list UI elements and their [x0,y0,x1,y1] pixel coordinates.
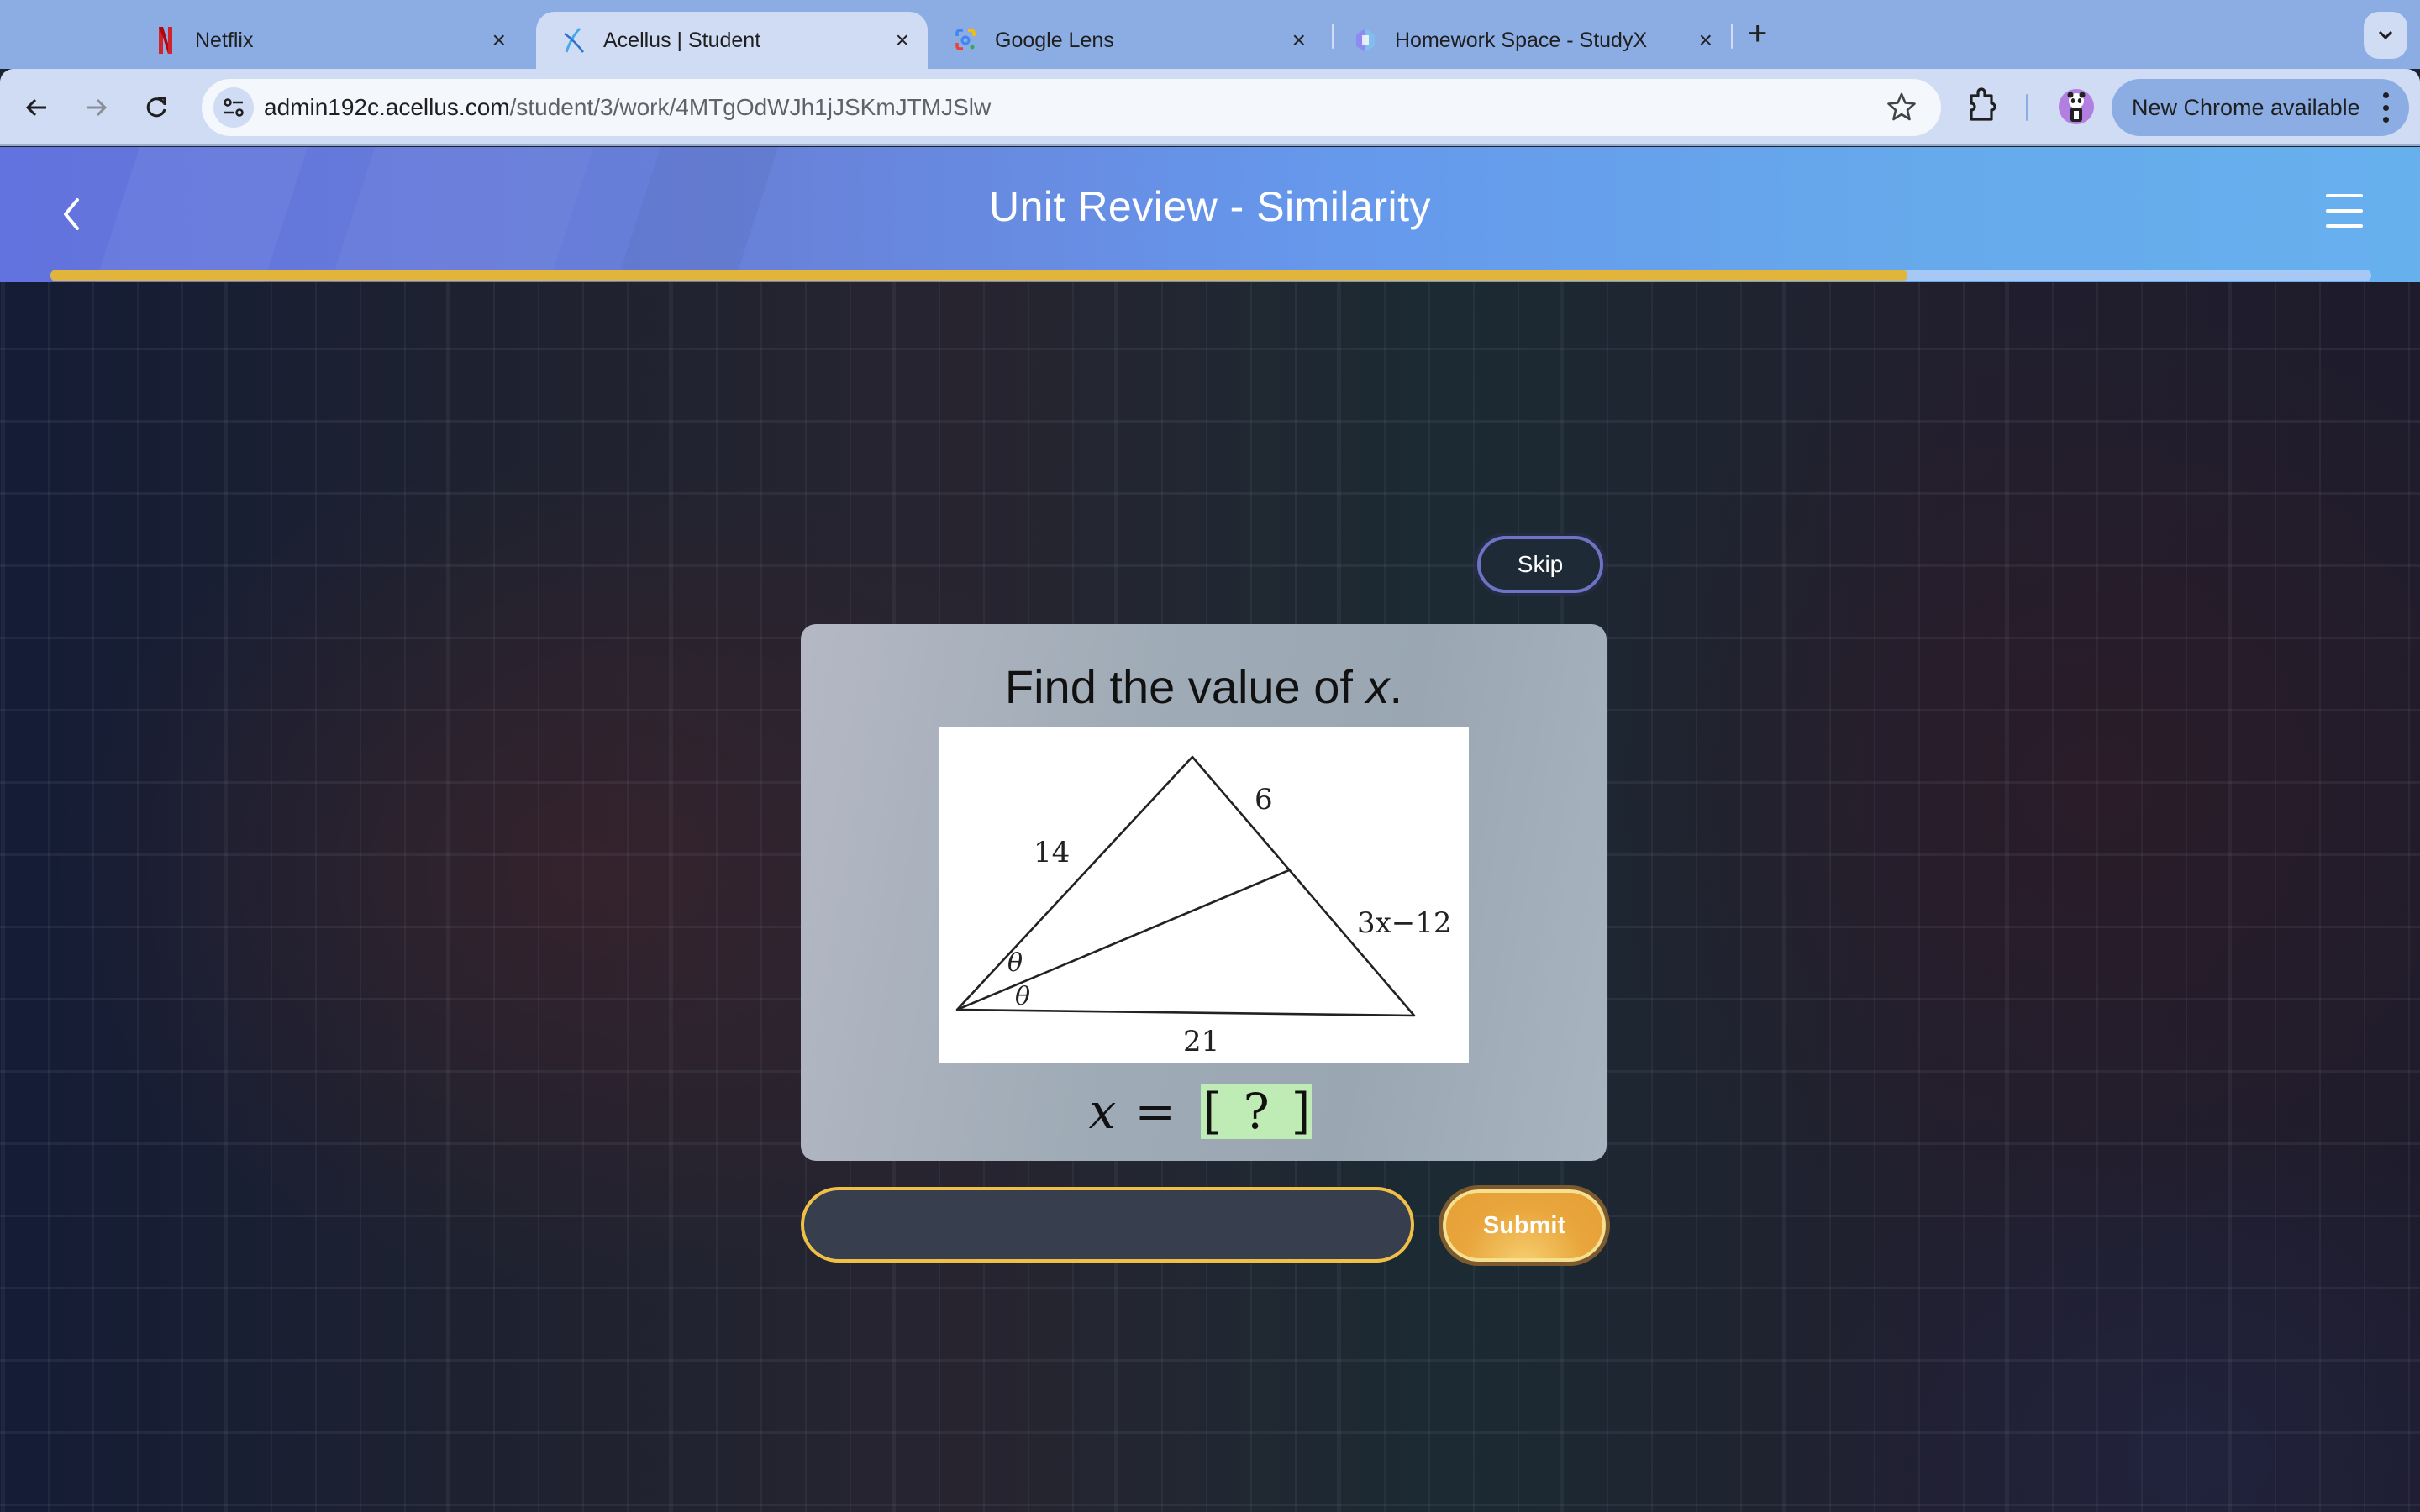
extensions-button[interactable] [1966,87,2000,129]
address-bar[interactable]: admin192c.acellus.com/student/3/work/4MT… [202,79,1941,136]
answer-placeholder: ? [1243,1083,1270,1140]
reload-button[interactable] [138,89,175,126]
hamburger-menu-icon[interactable] [2326,194,2363,228]
reload-icon [146,97,166,118]
tab-netflix[interactable]: Netflix × [128,12,524,69]
netflix-icon [153,26,178,55]
close-tab-icon[interactable]: × [1292,27,1306,54]
question-card: Find the value of x. 14 6 3x−12 21 θ θ x… [801,624,1607,1161]
answer-input[interactable] [801,1187,1414,1263]
tab-title: Google Lens [995,28,1114,52]
profile-avatar[interactable] [2059,89,2094,124]
tab-title: Netflix [195,28,254,52]
arrow-left-icon [25,98,46,117]
prompt-suffix: . [1389,660,1403,713]
panda-avatar-icon [2067,92,2086,122]
label-angle-lower: θ [1015,982,1030,1011]
answer-blank: [ ? ] [1194,1082,1318,1141]
browser-tab-strip: Netflix × Acellus | Student × Google Len… [0,0,2420,69]
arrow-right-icon [87,98,108,117]
kebab-menu-icon[interactable] [2382,92,2389,123]
google-lens-icon [953,26,978,55]
url-text[interactable]: admin192c.acellus.com/student/3/work/4MT… [264,94,991,121]
tab-search-button[interactable] [2364,12,2407,59]
lesson-progress-bar [50,270,2371,281]
page-title: Unit Review - Similarity [989,183,1431,230]
equals-sign: = [1134,1083,1176,1140]
app-header: Unit Review - Similarity [0,147,2420,282]
puzzle-piece-icon [1970,87,1996,121]
skip-button[interactable]: Skip [1477,536,1603,593]
label-left-side: 14 [1034,836,1070,869]
new-chrome-available-button[interactable]: New Chrome available [2112,79,2409,136]
prompt-prefix: Find the value of [1004,660,1366,713]
triangle-diagram: 14 6 3x−12 21 θ θ [955,755,1452,1058]
angle-bisector [956,869,1290,1011]
url-path: /student/3/work/4MTgOdWJh1jJSKmJTMJSlw [509,94,992,120]
triangle-figure: 14 6 3x−12 21 θ θ [939,727,1469,1063]
tab-studyx[interactable]: Homework Space - StudyX × [1328,12,1731,69]
open-bracket: [ [1202,1083,1222,1140]
acellus-icon [561,26,587,55]
tune-icon [224,98,244,117]
answer-expression: x = [ ? ] [801,1078,1607,1145]
back-button[interactable] [18,89,55,126]
tab-acellus-student[interactable]: Acellus | Student × [536,12,928,69]
label-base: 21 [1183,1025,1219,1058]
triangle-outline [955,755,1416,1017]
studyx-icon [1353,26,1378,55]
tab-title: Homework Space - StudyX [1395,28,1648,52]
url-host: admin192c.acellus.com [264,94,510,120]
chevron-down-icon [2378,30,2393,40]
close-tab-icon[interactable]: × [1699,27,1712,54]
label-angle-upper: θ [1007,948,1023,978]
close-tab-icon[interactable]: × [492,27,506,54]
tab-separator [1731,24,1733,49]
prompt-variable: x [1365,660,1390,713]
close-bracket: ] [1291,1083,1311,1140]
answer-variable: x [1088,1083,1117,1140]
submit-button[interactable]: Submit [1443,1189,1606,1262]
bookmark-button[interactable] [1886,91,1918,127]
question-prompt: Find the value of x. [801,659,1607,714]
label-right-lower: 3x−12 [1357,906,1452,940]
tab-google-lens[interactable]: Google Lens × [928,12,1324,69]
star-icon [1887,92,1916,121]
lesson-progress-fill [50,270,1907,281]
label-right-upper: 6 [1255,783,1273,816]
update-chip-label: New Chrome available [2132,94,2360,120]
toolbar-separator [2026,94,2028,121]
new-tab-button[interactable]: + [1748,15,1767,52]
browser-toolbar: admin192c.acellus.com/student/3/work/4MT… [0,69,2420,146]
tab-title: Acellus | Student [603,28,761,52]
forward-button[interactable] [77,89,114,126]
site-info-button[interactable] [213,87,254,128]
close-tab-icon[interactable]: × [896,27,909,54]
